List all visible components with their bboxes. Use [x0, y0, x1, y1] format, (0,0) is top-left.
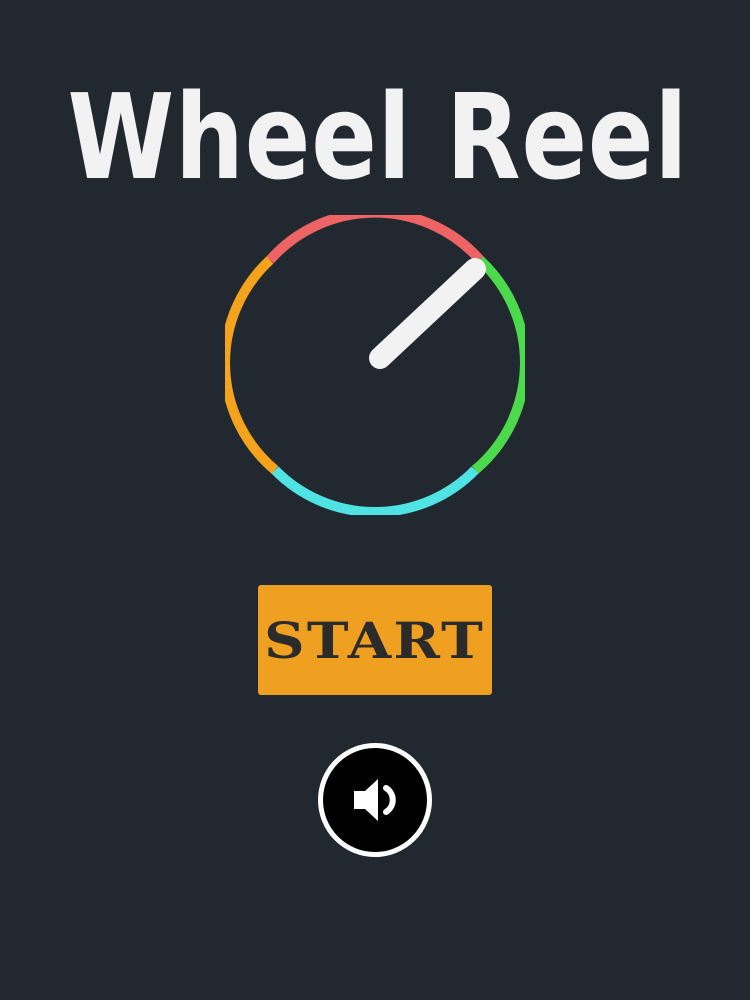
sound-toggle-button[interactable]	[318, 743, 432, 857]
wheel-segment-red	[266, 215, 484, 264]
speaker-icon	[354, 779, 396, 821]
wheel-needle	[369, 258, 486, 369]
wheel	[225, 215, 525, 515]
start-button[interactable]: START	[258, 585, 492, 695]
wheel-segment-cyan	[271, 466, 479, 515]
start-label: START	[264, 610, 486, 670]
game-title: Wheel Reel	[67, 68, 689, 206]
wheel-segment-green	[471, 256, 525, 474]
wheel-segment-orange	[225, 256, 279, 474]
